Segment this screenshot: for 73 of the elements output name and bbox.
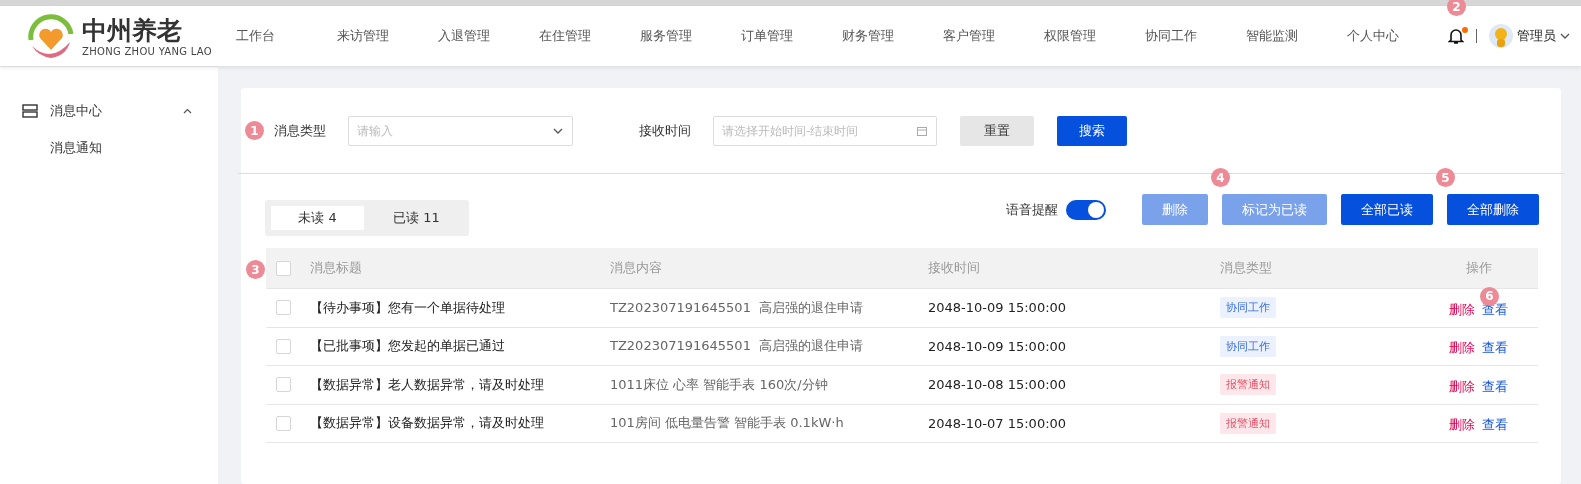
annotation-badge: 5 — [1436, 168, 1455, 187]
nav-item[interactable]: 个人中心 — [1347, 27, 1448, 45]
column-header: 消息标题 — [310, 259, 363, 277]
row-checkbox[interactable] — [276, 300, 291, 316]
nav-item[interactable]: 在住管理 — [539, 27, 640, 45]
table-cell-text: 1011床位 心率 智能手表 160次/分钟 — [610, 375, 829, 394]
annotation-badge: 1 — [245, 121, 264, 140]
date-range-field[interactable]: 请选择开始时间-结束时间 — [713, 115, 937, 146]
search-button[interactable]: 搜索 — [1057, 115, 1127, 146]
column-header: 消息类型 — [1220, 259, 1273, 277]
nav-item[interactable]: 客户管理 — [943, 27, 1044, 45]
server-icon — [22, 104, 38, 118]
type-tag: 报警通知 — [1220, 374, 1276, 396]
nav-item[interactable]: 工作台 — [236, 27, 337, 45]
nav-item[interactable]: 订单管理 — [741, 27, 842, 45]
nav-item[interactable]: 协同工作 — [1145, 27, 1246, 45]
nav-item[interactable]: 智能监测 — [1246, 27, 1347, 45]
row-checkbox[interactable] — [276, 338, 291, 354]
calendar-icon — [917, 125, 927, 136]
view-link[interactable]: 查看 — [1482, 416, 1508, 435]
voice-reminder-label: 语音提醒 — [1006, 201, 1058, 219]
table-cell-text: 【已批事项】您发起的单据已通过 — [310, 337, 506, 356]
logo-title: 中州养老 — [82, 15, 183, 46]
nav-item[interactable]: 来访管理 — [337, 27, 438, 45]
bell-icon[interactable] — [1448, 27, 1464, 45]
logo-icon — [26, 12, 76, 60]
select-field[interactable]: 请输入 — [348, 115, 573, 146]
chevron-down-icon — [553, 127, 563, 134]
field-label: 接收时间 — [639, 121, 691, 140]
action-button[interactable]: 全部已读 — [1341, 194, 1433, 225]
annotation-badge: 3 — [246, 260, 265, 279]
row-checkbox[interactable] — [276, 377, 291, 393]
column-header: 消息内容 — [610, 259, 663, 277]
table-cell-text: 2048-10-09 15:00:00 — [928, 300, 1068, 316]
reset-button[interactable]: 重置 — [960, 115, 1034, 146]
delete-link[interactable]: 删除 — [1449, 300, 1475, 319]
toggle-switch[interactable] — [1066, 200, 1106, 220]
logo-subtitle: ZHONG ZHOU YANG LAO — [82, 45, 212, 57]
user-avatar — [1489, 24, 1513, 48]
table-cell-text: 【待办事项】您有一个单据待处理 — [310, 298, 506, 317]
column-header: 操作 — [1464, 259, 1493, 277]
view-link[interactable]: 查看 — [1482, 339, 1508, 358]
delete-link[interactable]: 删除 — [1449, 416, 1475, 435]
annotation-badge: 2 — [1447, 0, 1466, 16]
annotation-badge: 4 — [1211, 168, 1230, 187]
type-tag: 协同工作 — [1220, 335, 1276, 357]
table-cell-text: 【数据异常】老人数据异常，请及时处理 — [310, 375, 545, 394]
table-cell-text: 2048-10-07 15:00:00 — [928, 415, 1068, 431]
tab[interactable]: 未读 4 — [271, 206, 364, 230]
row-checkbox[interactable] — [276, 415, 291, 431]
table-cell-text: 2048-10-09 15:00:00 — [928, 338, 1068, 354]
table-cell-text: TZ202307191645501 高启强的退住申请 — [610, 337, 865, 356]
table-cell-text: 2048-10-08 15:00:00 — [928, 377, 1068, 393]
sidebar-group[interactable]: 消息中心 — [0, 101, 218, 121]
chevron-down-icon — [1560, 33, 1570, 39]
nav-item[interactable]: 入退管理 — [438, 27, 539, 45]
delete-link[interactable]: 删除 — [1449, 339, 1475, 358]
select-all-checkbox[interactable] — [276, 260, 291, 276]
nav-item[interactable]: 服务管理 — [640, 27, 741, 45]
tab[interactable]: 已读 11 — [370, 206, 463, 230]
type-tag: 报警通知 — [1220, 412, 1276, 434]
view-link[interactable]: 查看 — [1482, 377, 1508, 396]
delete-link[interactable]: 删除 — [1449, 377, 1475, 396]
nav-item[interactable]: 财务管理 — [842, 27, 943, 45]
type-tag: 协同工作 — [1220, 297, 1276, 319]
sidebar-item[interactable]: 消息通知 — [0, 139, 218, 157]
table-cell-text: 101房间 低电量告警 智能手表 0.1kW·h — [610, 414, 845, 433]
column-header: 接收时间 — [928, 259, 981, 277]
field-label: 消息类型 — [274, 121, 326, 140]
table-cell-text: TZ202307191645501 高启强的退住申请 — [610, 298, 865, 317]
user-menu[interactable]: 管理员 — [1489, 24, 1570, 48]
nav-item[interactable]: 权限管理 — [1044, 27, 1145, 45]
table-cell-text: 【数据异常】设备数据异常，请及时处理 — [310, 414, 545, 433]
